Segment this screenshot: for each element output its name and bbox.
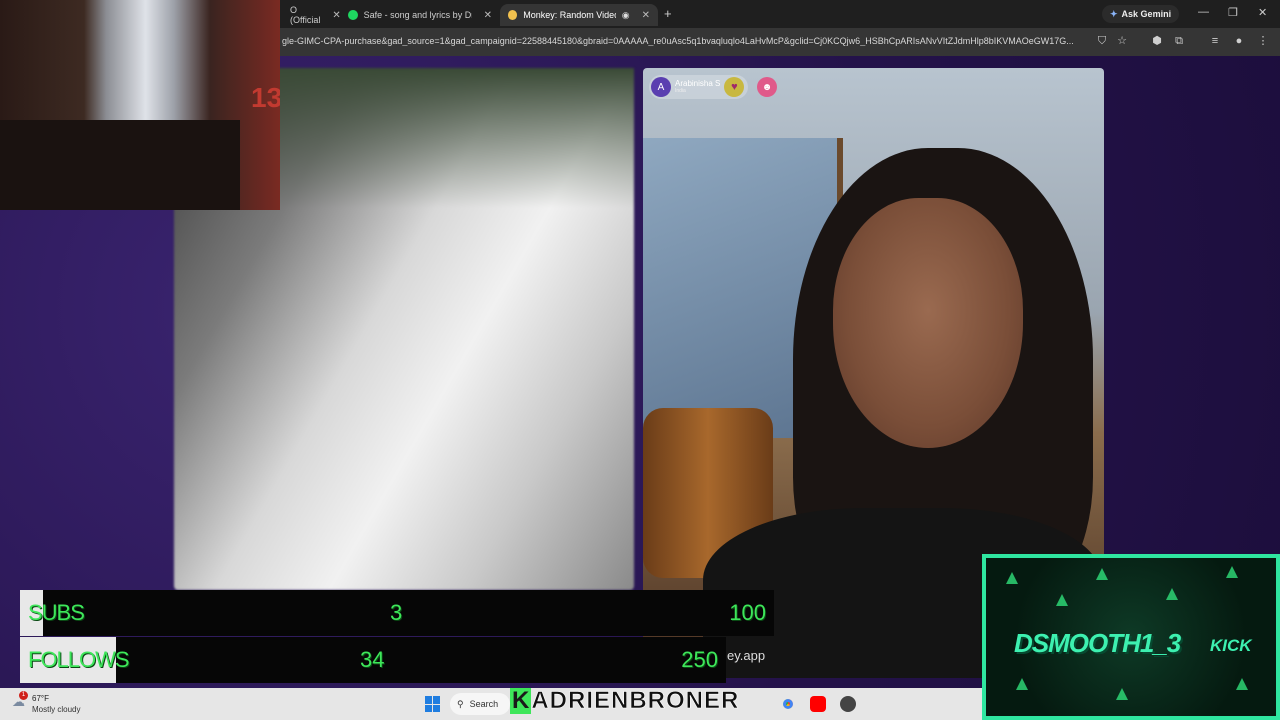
spotify-icon: [348, 10, 358, 20]
decor-shard: [1006, 572, 1018, 584]
ask-gemini-button[interactable]: ✦ Ask Gemini: [1102, 5, 1180, 23]
tab-label: Safe - song and lyrics by Drü O: [363, 10, 472, 20]
weather-alert-badge: 1: [19, 691, 28, 700]
stream-overlay-screen: O (Official ✕ Safe - song and lyrics by …: [0, 0, 1280, 720]
media-control-icon[interactable]: ≡: [1208, 34, 1222, 48]
partner-face: [833, 198, 1023, 448]
youtube-icon[interactable]: [810, 696, 826, 712]
follows-goal-current: 34: [360, 647, 385, 672]
weather-temperature: 67°F: [32, 694, 49, 703]
subs-goal-target: 100: [729, 600, 766, 625]
kick-logo-text: KICK: [1210, 636, 1252, 655]
follows-goal-bar: FOLLOWS 34 250: [20, 637, 726, 683]
partner-name: Arabinisha S: [675, 79, 721, 88]
extensions-puzzle-icon[interactable]: ⧉: [1172, 34, 1186, 48]
shield-icon[interactable]: ⛉: [1095, 34, 1109, 48]
tab-youtube[interactable]: O (Official ✕: [282, 4, 341, 26]
weather-condition: Mostly cloudy: [32, 705, 81, 714]
decor-shard: [1056, 594, 1068, 606]
wall-number: 13: [251, 82, 280, 113]
partner-avatar: A: [651, 77, 671, 97]
follows-goal-label: FOLLOWS: [28, 647, 130, 672]
subs-goal-current: 3: [390, 600, 403, 625]
windows-start-icon[interactable]: [425, 696, 441, 712]
windows-taskbar: ☁ 1 67°F Mostly cloudy ⚲ Search: [0, 688, 982, 720]
decor-shard: [1116, 688, 1128, 700]
decor-shard: [1226, 566, 1238, 578]
decor-shard: [1236, 678, 1248, 690]
maximize-button[interactable]: ❐: [1228, 6, 1238, 19]
chrome-icon[interactable]: [780, 696, 796, 712]
url-field[interactable]: gle-GIMC-CPA-purchase&gad_source=1&gad_c…: [282, 36, 1092, 46]
new-tab-button[interactable]: +: [664, 6, 672, 21]
app-icon[interactable]: [840, 696, 856, 712]
minimize-button[interactable]: —: [1198, 6, 1209, 18]
extension-vpn-icon[interactable]: ⬢: [1150, 34, 1164, 48]
menu-dots-icon[interactable]: ⋮: [1256, 34, 1270, 48]
kick-channel-panel: DSMOOTH1_3 KICK: [982, 554, 1280, 720]
taskbar-search-label: Search: [469, 699, 499, 709]
recording-icon: ◉: [621, 9, 630, 20]
heart-icon[interactable]: ♥: [724, 77, 745, 97]
webcam-room: [0, 120, 240, 210]
decor-shard: [1166, 588, 1178, 600]
tab-label: O (Official: [290, 5, 321, 25]
close-window-button[interactable]: ✕: [1258, 6, 1267, 19]
decor-shard: [1096, 568, 1108, 580]
profile-icon[interactable]: ●: [1232, 34, 1246, 48]
close-icon[interactable]: ✕: [484, 10, 492, 21]
gemini-icon: ✦: [1110, 8, 1118, 19]
subs-goal-label: SUBS: [28, 600, 85, 625]
banner-name: ADRIENBRONER: [531, 687, 740, 714]
partner-country: India: [675, 88, 686, 94]
ask-gemini-label: Ask Gemini: [1121, 9, 1172, 19]
tab-monkey[interactable]: Monkey: Random Video Ch ◉ ✕: [500, 4, 658, 26]
partner-user-chip[interactable]: A Arabinisha S India ♥: [649, 75, 749, 99]
tab-label: Monkey: Random Video Ch: [523, 10, 616, 20]
decor-shard: [1016, 678, 1028, 690]
site-watermark: ey.app: [727, 648, 766, 663]
partner-identity: Arabinisha S India: [675, 80, 720, 94]
monkey-icon: [508, 10, 518, 20]
tab-spotify[interactable]: Safe - song and lyrics by Drü O ✕: [340, 4, 500, 26]
bookmark-star-icon[interactable]: ☆: [1115, 34, 1129, 48]
subs-goal-bar: SUBS 3 100: [20, 590, 774, 636]
search-icon: ⚲: [457, 698, 464, 709]
taskbar-search[interactable]: ⚲ Search: [450, 693, 510, 715]
close-icon[interactable]: ✕: [642, 10, 650, 21]
streamer-webcam: 13: [0, 0, 280, 210]
kick-username: DSMOOTH1_3: [1014, 628, 1181, 658]
banner-first-letter: K: [510, 687, 532, 714]
monkey-badge-icon[interactable]: ☻: [757, 77, 777, 97]
follows-goal-target: 250: [681, 647, 718, 672]
streamer-name-banner: K ADRIENBRONER: [510, 686, 772, 716]
